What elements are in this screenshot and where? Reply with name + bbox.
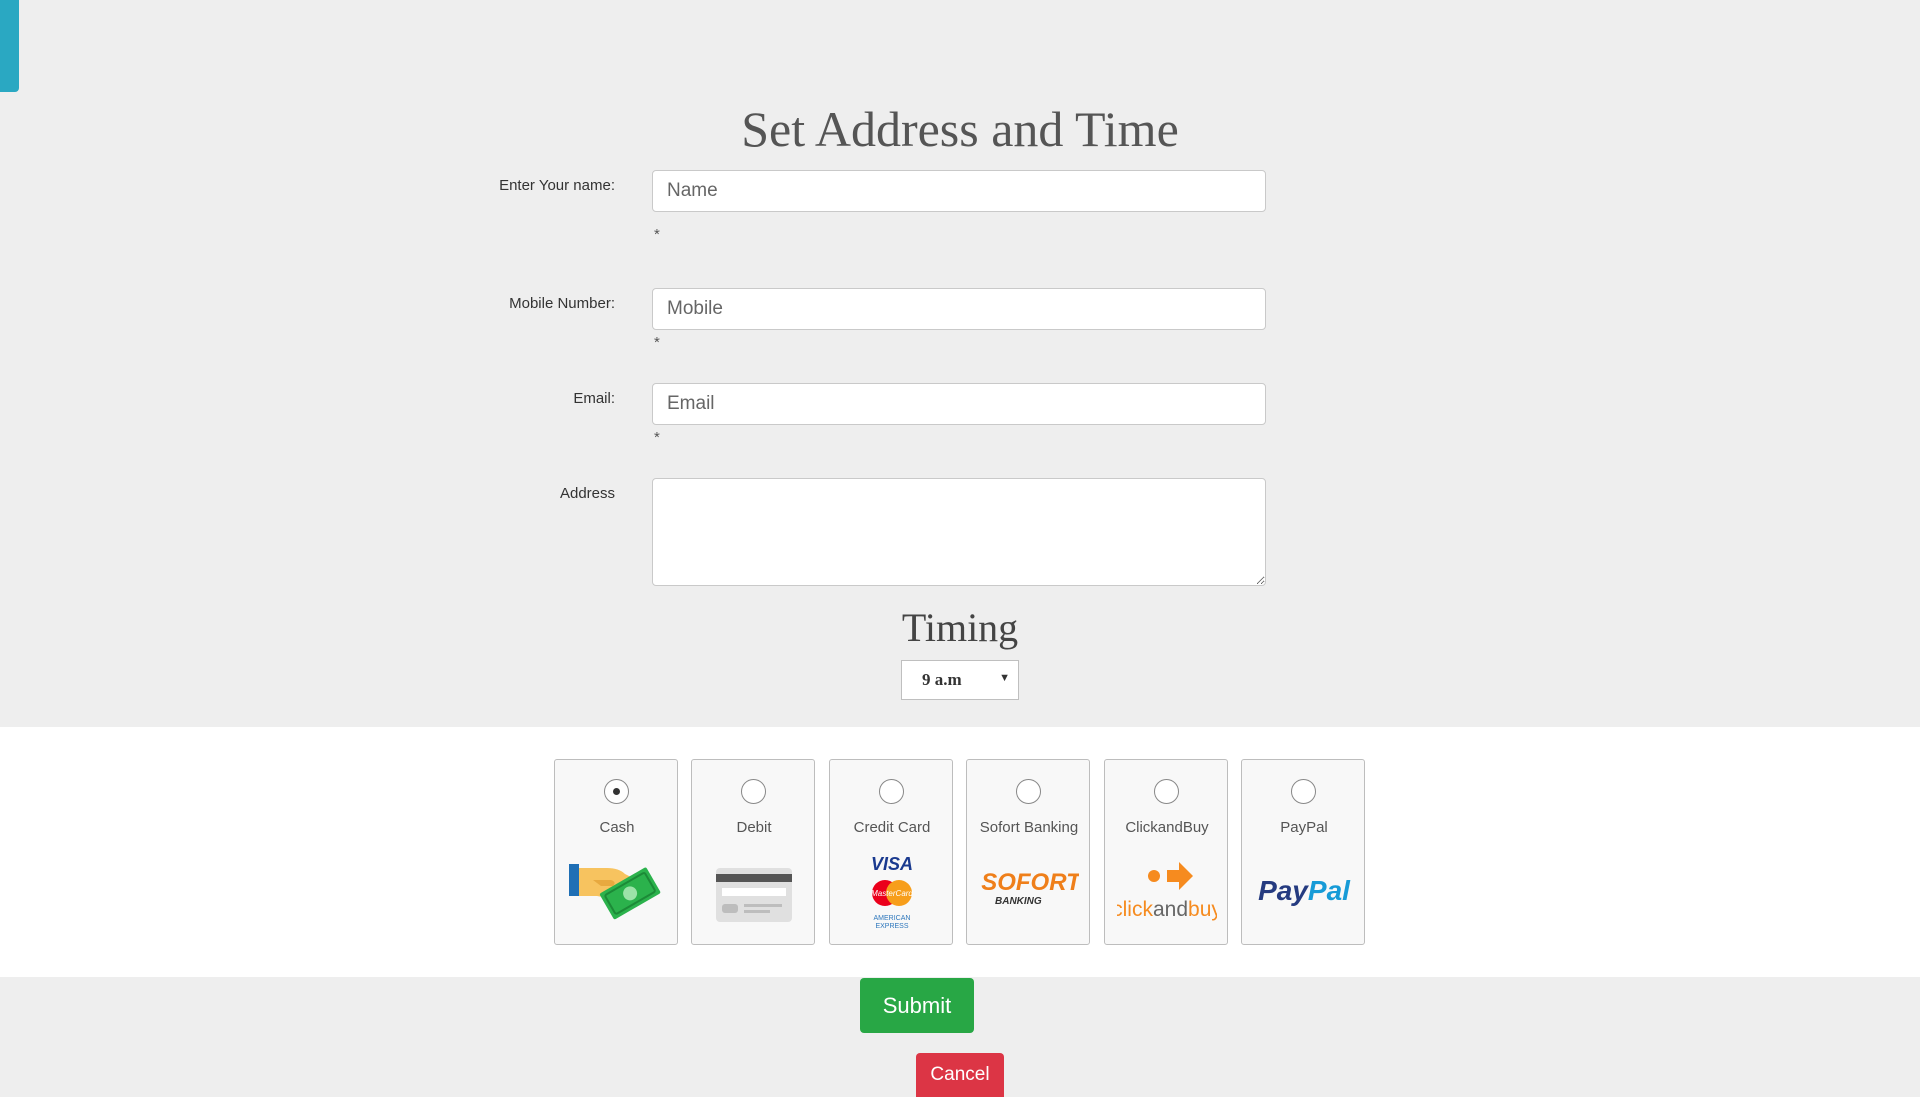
timing-selected-value: 9 a.m	[922, 670, 962, 689]
clickandbuy-click-text: click	[1117, 898, 1153, 921]
credit-card-brands-icon: VISA MasterCard AMERICAN EXPRESS	[871, 854, 913, 930]
visa-text: VISA	[871, 854, 913, 874]
paypal-logo: PayPal	[1258, 875, 1351, 906]
radio-paypal[interactable]	[1291, 779, 1316, 804]
payment-label-cash: Cash	[599, 819, 635, 836]
radio-sofort[interactable]	[1016, 779, 1041, 804]
radio-cash[interactable]	[604, 779, 629, 804]
radio-clickandbuy[interactable]	[1154, 779, 1179, 804]
address-label: Address	[559, 485, 615, 502]
timing-title: Timing	[901, 605, 1019, 650]
mobile-required-mark: *	[654, 334, 660, 351]
timing-select[interactable]: 9 a.m ▼	[901, 660, 1019, 700]
amex-line1-text: AMERICAN	[874, 915, 911, 922]
sofort-logo: SOFORT BANKING	[981, 869, 1079, 907]
email-input[interactable]	[652, 383, 1266, 425]
paypal-pal-text: Pal	[1308, 875, 1351, 906]
sofort-sub-text: BANKING	[995, 896, 1042, 907]
payment-option-debit[interactable]: Debit	[691, 759, 815, 945]
email-label: Email:	[573, 390, 615, 407]
name-required-mark: *	[654, 226, 660, 243]
name-label: Enter Your name:	[499, 177, 615, 194]
payment-label-clickandbuy: ClickandBuy	[1125, 819, 1209, 836]
mobile-input[interactable]	[652, 288, 1266, 330]
cancel-button[interactable]: Cancel	[916, 1053, 1004, 1097]
svg-text:clickandbuy: clickandbuy	[1117, 898, 1217, 921]
payment-label-credit-card: Credit Card	[853, 819, 931, 836]
debit-card-icon	[716, 868, 792, 922]
payment-option-clickandbuy[interactable]: ClickandBuy clickandbuy	[1104, 759, 1228, 945]
side-drawer-tab[interactable]	[0, 0, 19, 92]
clickandbuy-buy-text: buy	[1188, 898, 1217, 921]
payment-label-debit: Debit	[736, 819, 772, 836]
chevron-down-icon: ▼	[999, 672, 1010, 684]
cash-hand-icon	[569, 864, 661, 920]
mastercard-text: MasterCard	[871, 889, 913, 898]
payment-option-sofort[interactable]: Sofort Banking SOFORT BANKING	[966, 759, 1090, 945]
payment-options-band	[0, 727, 1920, 977]
paypal-pay-text: Pay	[1258, 875, 1309, 906]
payment-option-credit-card[interactable]: Credit Card VISA MasterCard AMERICAN EXP…	[829, 759, 953, 945]
payment-option-paypal[interactable]: PayPal PayPal	[1241, 759, 1365, 945]
radio-credit-card[interactable]	[879, 779, 904, 804]
submit-button[interactable]: Submit	[860, 978, 974, 1033]
clickandbuy-and-text: and	[1153, 898, 1188, 921]
name-input[interactable]	[652, 170, 1266, 212]
amex-line2-text: EXPRESS	[875, 923, 908, 930]
payment-label-paypal: PayPal	[1280, 819, 1328, 836]
address-textarea[interactable]	[652, 478, 1266, 586]
payment-option-cash[interactable]: Cash	[554, 759, 678, 945]
page-title: Set Address and Time	[741, 101, 1179, 157]
mobile-label: Mobile Number:	[509, 295, 615, 312]
radio-debit[interactable]	[741, 779, 766, 804]
email-required-mark: *	[654, 429, 660, 446]
sofort-text: SOFORT	[981, 869, 1079, 896]
payment-label-sofort: Sofort Banking	[979, 819, 1079, 836]
svg-text:PayPal: PayPal	[1258, 875, 1351, 906]
clickandbuy-logo: clickandbuy	[1117, 862, 1217, 921]
